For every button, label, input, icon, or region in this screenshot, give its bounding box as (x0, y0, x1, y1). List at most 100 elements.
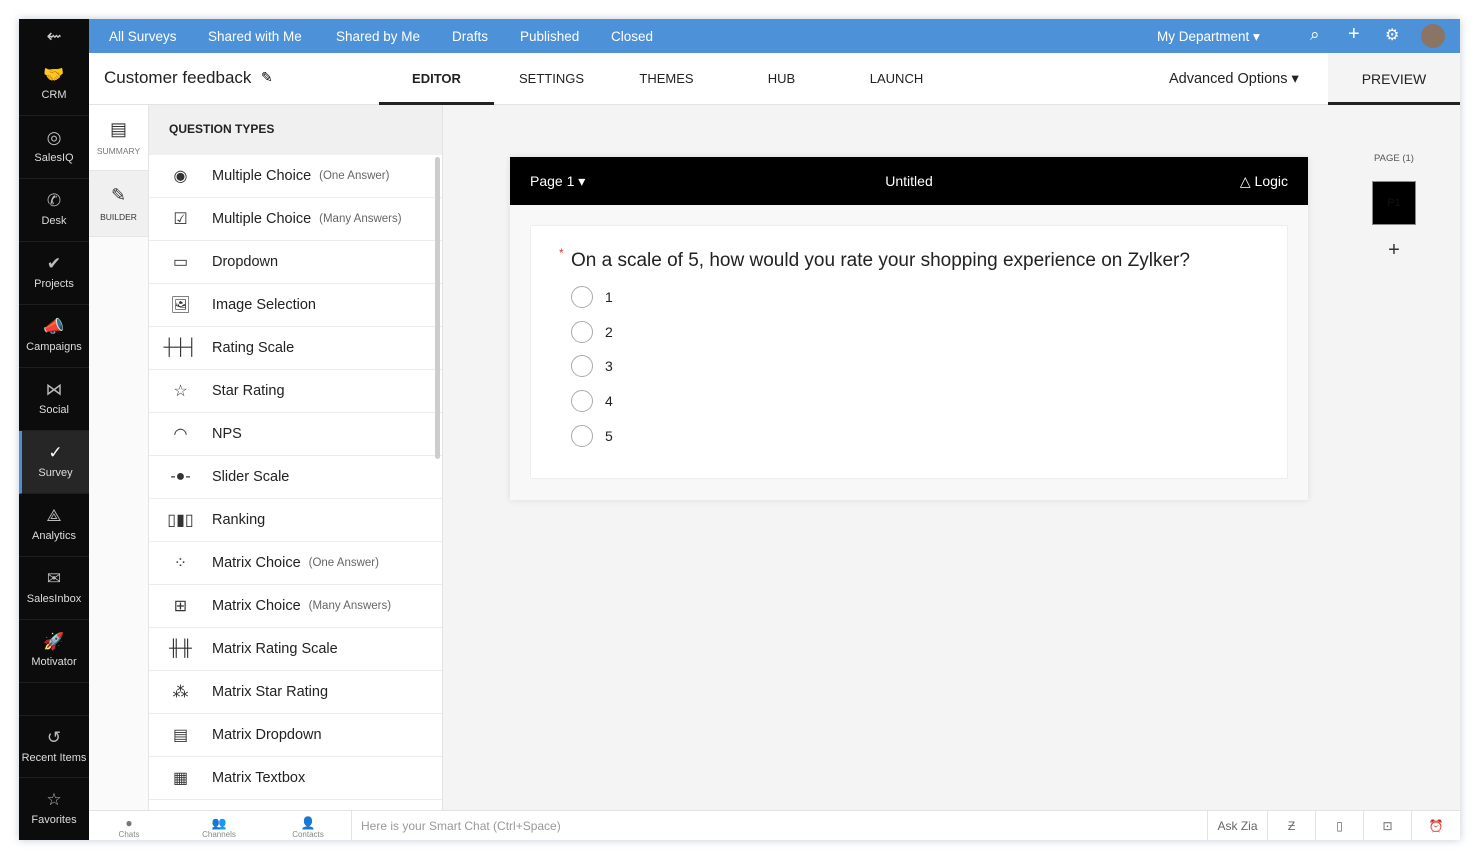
question-type-item[interactable]: ◉ Multiple Choice (One Answer) (149, 155, 442, 198)
page-thumbnail[interactable]: P1 (1372, 181, 1416, 225)
screen-share-icon[interactable]: ⊡ (1363, 811, 1411, 840)
required-marker: * (559, 246, 564, 260)
document-icon: ▤ (109, 119, 127, 139)
question-type-item[interactable]: ⊞ Matrix Choice (Many Answers) (149, 585, 442, 628)
ask-zia-button[interactable]: Ask Zia (1207, 811, 1267, 840)
sidebar-item-social[interactable]: ⋈ Social (19, 368, 89, 431)
sidebar-item-salesiq[interactable]: ◎ SalesIQ (19, 116, 89, 179)
question-type-item[interactable]: 🖼 Image Selection (149, 284, 442, 327)
sidebar-item-crm[interactable]: 🤝 CRM (19, 53, 89, 116)
nav-closed[interactable]: Closed (611, 29, 653, 44)
rating-option[interactable]: 1 (571, 286, 613, 308)
tab-launch[interactable]: LAUNCH (839, 53, 954, 105)
logic-button[interactable]: △ Logic (1240, 173, 1288, 190)
question-type-icon: ☆ (173, 383, 188, 400)
question-type-item[interactable]: ▭ Dropdown (149, 241, 442, 284)
nav-drafts[interactable]: Drafts (452, 29, 488, 44)
question-type-icon: ◉ (173, 168, 188, 185)
sidebar-item-projects[interactable]: ✔ Projects (19, 242, 89, 305)
question-type-icon: ☑ (173, 211, 188, 228)
rating-option[interactable]: 4 (571, 390, 613, 413)
rating-option[interactable]: 3 (571, 355, 613, 378)
desk-icon: ✆ (46, 191, 62, 210)
sidebar-item-survey[interactable]: ✓ Survey (19, 431, 89, 494)
survey-title: Customer feedback (104, 68, 252, 87)
radio-button[interactable] (571, 320, 593, 343)
builder-column: ▤ SUMMARY ✎ BUILDER (89, 105, 149, 810)
nav-shared-by-me[interactable]: Shared by Me (336, 29, 420, 44)
sidebar-item-desk[interactable]: ✆ Desk (19, 179, 89, 242)
add-page-button[interactable]: + (1328, 239, 1460, 262)
question-type-icon: 🖼 (170, 297, 191, 314)
check-circle-icon: ✓ (48, 443, 63, 462)
question-type-item[interactable]: ▯▮▯ Ranking (149, 499, 442, 542)
nav-shared-with-me[interactable]: Shared with Me (208, 29, 302, 44)
sidebar-item-motivator[interactable]: 🚀 Motivator (19, 620, 89, 683)
question-type-icon: ▯▮▯ (167, 512, 194, 529)
advanced-options-dropdown[interactable]: Advanced Options ▾ (1169, 53, 1299, 105)
bottom-bar: ● Chats 👥 Channels 👤 Contacts Here is your … (89, 810, 1460, 840)
inbox-icon: ✉ (46, 569, 62, 588)
sidebar-item-salesinbox[interactable]: ✉ SalesInbox (19, 557, 89, 620)
contacts-button[interactable]: 👤 Contacts (286, 811, 330, 840)
alarm-icon[interactable]: ⏰ (1411, 811, 1460, 840)
tab-hub[interactable]: HUB (724, 53, 839, 105)
preview-button[interactable]: PREVIEW (1328, 53, 1460, 105)
department-dropdown[interactable]: My Department ▾ (1157, 29, 1260, 45)
sidebar-item-recent-items[interactable]: ↺ Recent Items (19, 715, 89, 778)
question-block[interactable]: * On a scale of 5, how would you rate yo… (530, 225, 1288, 479)
radio-button[interactable] (571, 390, 593, 413)
page-count: PAGE (1) (1374, 153, 1414, 164)
app-sidebar: ⇜ 🤝 CRM ◎ SalesIQ ✆ Desk ✔ Projects 📣 Campaigns ⋈ S… (19, 19, 89, 840)
question-type-item[interactable]: -●- Slider Scale (149, 456, 442, 499)
question-type-item[interactable]: ⁂ Matrix Star Rating (149, 671, 442, 714)
check-icon: ✔ (46, 254, 62, 273)
edit-title-icon[interactable]: ✎ (261, 69, 273, 86)
tab-editor[interactable]: EDITOR (379, 53, 494, 105)
tab-themes[interactable]: THEMES (609, 53, 724, 105)
smart-chat-input[interactable]: Here is your Smart Chat (Ctrl+Space) (351, 811, 1159, 840)
handshake-icon: 🤝 (43, 65, 65, 84)
nav-all-surveys[interactable]: All Surveys (109, 29, 177, 44)
question-type-item[interactable]: ╫╫ Matrix Rating Scale (149, 628, 442, 671)
question-type-item[interactable]: ☑ Multiple Choice (Many Answers) (149, 198, 442, 241)
megaphone-icon: 📣 (43, 317, 65, 336)
top-nav: All Surveys Shared with Me Shared by Me … (89, 19, 1460, 53)
question-type-item[interactable]: ☆ Star Rating (149, 370, 442, 413)
gear-icon[interactable]: ⚙ (1385, 25, 1399, 45)
radio-button[interactable] (571, 286, 593, 308)
question-type-item[interactable]: ▦ Matrix Textbox (149, 757, 442, 800)
question-type-icon: ⊞ (173, 598, 188, 615)
editor-header: Customer feedback ✎ EDITOR SETTINGS THEM… (89, 53, 1460, 105)
star-icon: ☆ (46, 790, 62, 809)
sidebar-item-campaigns[interactable]: 📣 Campaigns (19, 305, 89, 368)
radio-button[interactable] (571, 424, 593, 447)
avatar[interactable] (1421, 24, 1445, 48)
chat-icon: ● (125, 816, 133, 830)
rating-option[interactable]: 2 (571, 320, 613, 343)
question-type-item[interactable]: ┼┼┤ Rating Scale (149, 327, 442, 370)
notes-icon[interactable]: ▯ (1315, 811, 1363, 840)
sidebar-item-favorites[interactable]: ☆ Favorites (19, 778, 89, 840)
search-icon[interactable]: ⌕ (1310, 25, 1320, 45)
chats-button[interactable]: ● Chats (109, 811, 149, 840)
question-type-item[interactable]: ⁘ Matrix Choice (One Answer) (149, 542, 442, 585)
nav-published[interactable]: Published (520, 29, 579, 44)
sidebar-item-analytics[interactable]: ⟁ Analytics (19, 494, 89, 557)
channels-button[interactable]: 👥 Channels (197, 811, 241, 840)
summary-button[interactable]: ▤ SUMMARY (89, 105, 148, 171)
menu-collapse-icon[interactable]: ⇜ (19, 19, 89, 53)
pages-panel: PAGE (1) P1 + (1328, 105, 1460, 810)
zia-icon[interactable]: Ƶ (1267, 811, 1315, 840)
question-type-item[interactable]: ▤ Matrix Dropdown (149, 714, 442, 757)
scrollbar[interactable] (435, 157, 440, 459)
tab-settings[interactable]: SETTINGS (494, 53, 609, 105)
radio-button[interactable] (571, 355, 593, 378)
builder-button[interactable]: ✎ BUILDER (89, 171, 148, 237)
question-types-panel: QUESTION TYPES ◉ Multiple Choice (One Answ… (149, 105, 443, 810)
page-title[interactable]: Untitled (510, 173, 1308, 189)
question-type-item[interactable]: ◠ NPS (149, 413, 442, 456)
logic-icon: △ (1239, 173, 1251, 189)
plus-icon[interactable]: + (1348, 23, 1360, 46)
rating-option[interactable]: 5 (571, 424, 613, 447)
